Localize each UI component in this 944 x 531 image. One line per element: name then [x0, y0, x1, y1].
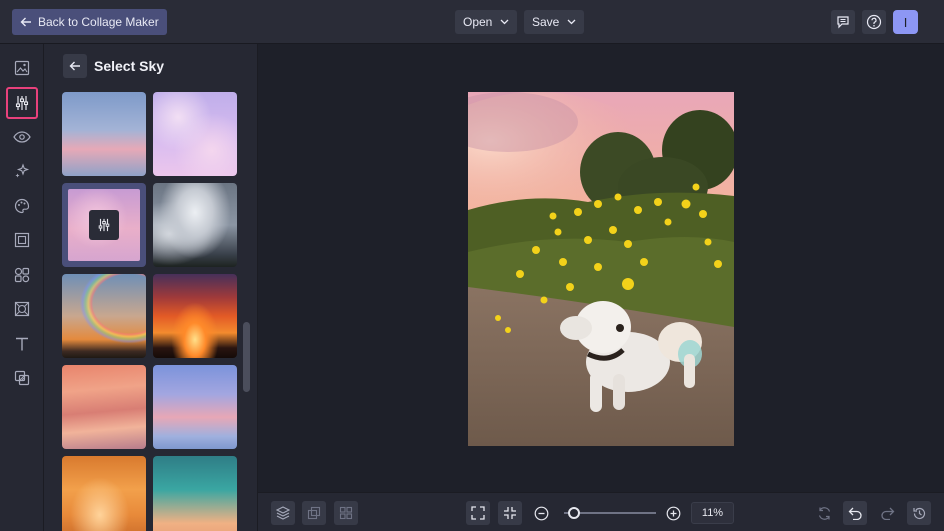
rail-item-artsy[interactable] — [6, 190, 38, 222]
select-sky-panel: Select Sky — [44, 44, 258, 531]
open-button-label: Open — [463, 15, 493, 29]
zoom-in-button[interactable] — [661, 501, 685, 525]
reset-button[interactable] — [812, 501, 836, 525]
minus-circle-icon — [534, 506, 549, 521]
history-button[interactable] — [907, 501, 931, 525]
eye-icon — [13, 131, 31, 143]
duplicate-button[interactable] — [302, 501, 326, 525]
feedback-button[interactable] — [831, 10, 855, 34]
rail-item-textures[interactable] — [6, 293, 38, 325]
sky-thumbnail-selected[interactable] — [62, 183, 146, 267]
chevron-down-icon — [567, 19, 576, 25]
avatar[interactable]: I — [893, 10, 918, 34]
actual-size-button[interactable] — [498, 501, 522, 525]
grid-button[interactable] — [334, 501, 358, 525]
redo-button[interactable] — [875, 501, 899, 525]
photo-image — [468, 92, 734, 446]
sky-thumbnail[interactable] — [153, 365, 237, 449]
zoom-out-button[interactable] — [529, 501, 553, 525]
zoom-level[interactable]: 11% — [691, 502, 734, 524]
refresh-icon — [817, 506, 832, 521]
grid-icon — [339, 506, 353, 520]
image-icon — [14, 60, 30, 76]
sky-thumbnail[interactable] — [153, 183, 237, 267]
sky-thumbnail[interactable] — [62, 365, 146, 449]
adjust-sky-button[interactable] — [89, 210, 119, 240]
sky-thumbnail[interactable] — [153, 456, 237, 531]
back-to-collage-maker-button[interactable]: Back to Collage Maker — [12, 9, 167, 35]
open-button[interactable]: Open — [455, 10, 518, 34]
rail-item-image[interactable] — [6, 52, 38, 84]
layers-button[interactable] — [271, 501, 295, 525]
texture-icon — [14, 301, 30, 317]
photo-preview[interactable] — [468, 92, 734, 446]
bottom-toolbar: 11% — [258, 492, 944, 531]
sky-thumbnail[interactable] — [153, 92, 237, 176]
zoom-level-label: 11% — [701, 507, 724, 519]
text-icon — [14, 336, 30, 352]
rail-item-adjust[interactable] — [6, 87, 38, 119]
shapes-icon — [14, 267, 30, 283]
avatar-initial: I — [903, 14, 908, 30]
collapse-icon — [503, 506, 517, 520]
save-button-label: Save — [532, 15, 560, 29]
arrow-left-icon — [69, 60, 81, 72]
undo-button[interactable] — [843, 501, 867, 525]
overlay-icon — [14, 370, 30, 386]
back-button-label: Back to Collage Maker — [38, 15, 159, 29]
zoom-slider-thumb[interactable] — [568, 507, 581, 519]
arrow-left-icon — [20, 16, 32, 28]
fit-to-screen-button[interactable] — [466, 501, 490, 525]
sparkle-icon — [14, 163, 30, 179]
layers-icon — [276, 506, 290, 520]
adjust-sliders-icon — [14, 95, 30, 111]
tool-rail — [0, 44, 44, 531]
sky-thumbnail[interactable] — [62, 92, 146, 176]
help-button[interactable] — [862, 10, 886, 34]
save-button[interactable]: Save — [524, 10, 585, 34]
editor-canvas[interactable] — [258, 44, 944, 492]
rail-item-graphics[interactable] — [6, 259, 38, 291]
help-icon — [866, 14, 882, 30]
rail-item-effects[interactable] — [6, 155, 38, 187]
rail-item-view[interactable] — [6, 121, 38, 153]
history-icon — [912, 506, 927, 521]
rail-item-frames[interactable] — [6, 224, 38, 256]
panel-title: Select Sky — [94, 58, 165, 74]
chat-icon — [836, 15, 850, 29]
copy-icon — [307, 506, 321, 520]
expand-icon — [471, 506, 485, 520]
rail-item-overlays[interactable] — [6, 362, 38, 394]
rail-item-text[interactable] — [6, 328, 38, 360]
undo-icon — [848, 507, 863, 520]
panel-scrollbar[interactable] — [243, 322, 250, 392]
panel-back-button[interactable] — [63, 54, 87, 78]
palette-icon — [14, 198, 30, 214]
sky-thumbnail[interactable] — [153, 274, 237, 358]
sky-thumbnail[interactable] — [62, 456, 146, 531]
frame-icon — [14, 232, 30, 248]
redo-icon — [880, 507, 895, 520]
sky-thumbnail[interactable] — [62, 274, 146, 358]
plus-circle-icon — [666, 506, 681, 521]
chevron-down-icon — [500, 19, 509, 25]
adjust-sliders-icon — [97, 218, 111, 232]
top-bar: Back to Collage Maker Open Save I — [0, 0, 944, 44]
